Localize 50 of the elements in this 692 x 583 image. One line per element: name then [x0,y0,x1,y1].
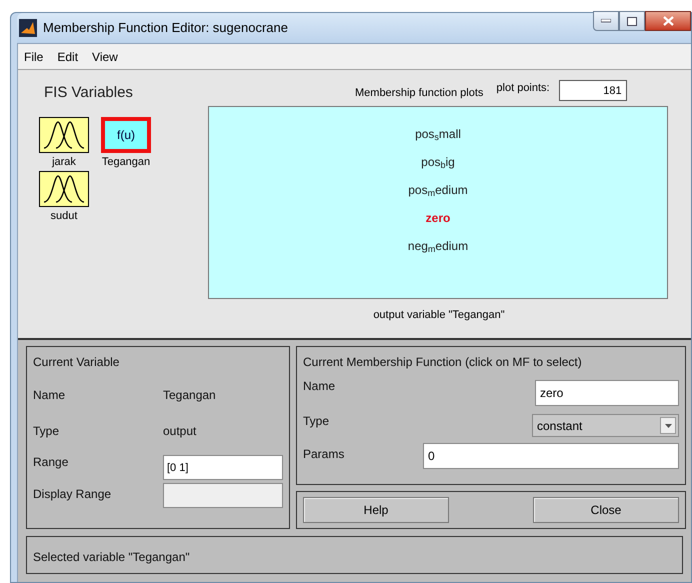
mf-name-field[interactable]: zero [535,380,679,406]
membership-curves-icon [42,120,86,150]
plot-points-field[interactable]: 181 [558,80,627,101]
variable-label: Tegangan [102,154,150,168]
membership-function-label[interactable]: pos$_{m}$edium [408,179,468,201]
field-label: Type [303,413,330,430]
field-label: Name [303,378,336,395]
field-label: Range [33,454,70,471]
variable-label: sudut [50,208,78,222]
variable-type: output [163,423,196,440]
plot-title: Membership function plots [355,86,484,100]
dropdown-arrow-icon [664,424,672,428]
app-logo-icon [19,19,37,37]
membership-function-label[interactable]: neg$_{m}$edium [408,235,468,257]
mf-type-dropdown[interactable]: constant [532,414,679,437]
close-button[interactable] [645,11,691,31]
membership-function-label[interactable]: zero [426,207,450,229]
display-range-field[interactable] [163,483,283,508]
field-label: Display Range [33,486,112,503]
menu-item[interactable]: Edit [57,48,78,66]
maximize-icon [627,16,637,26]
window-title: Membership Function Editor: sugenocrane [43,19,288,38]
membership-function-label[interactable]: pos$_{s}$mall [415,123,461,145]
range-field[interactable]: [0 1] [163,455,283,480]
function-label: f(u) [117,126,135,144]
input-variable-box[interactable] [39,116,89,152]
plot-points-label: plot points: [496,80,550,96]
variable-name: Tegangan [163,387,216,404]
membership-curves-icon [42,174,86,204]
field-label: Type [33,423,60,440]
status-message: Selected variable "Tegangan" [33,550,190,564]
dialog-button[interactable]: Help [303,497,449,523]
mf-params-field[interactable]: 0 [423,443,679,469]
plot-caption: output variable "Tegangan" [373,308,505,323]
menu-item[interactable]: View [92,48,118,66]
panel-title: Current Variable [33,354,120,371]
field-label: Name [33,387,66,404]
input-variable-box[interactable] [39,170,89,206]
maximize-button[interactable] [619,11,645,31]
membership-function-label[interactable]: pos$_{b}$ig [421,151,455,173]
section-title: FIS Variables [43,83,134,103]
minimize-button[interactable] [593,11,619,31]
dialog-button[interactable]: Close [533,497,679,523]
close-icon [662,16,674,26]
minimize-icon [601,19,611,23]
output-variable-box[interactable]: f(u) [101,116,151,152]
panel-title: Current Membership Function (click on MF to select) [303,354,583,371]
field-label: Params [303,446,346,463]
menu-item[interactable]: File [24,48,44,66]
variable-label: jarak [52,154,76,168]
